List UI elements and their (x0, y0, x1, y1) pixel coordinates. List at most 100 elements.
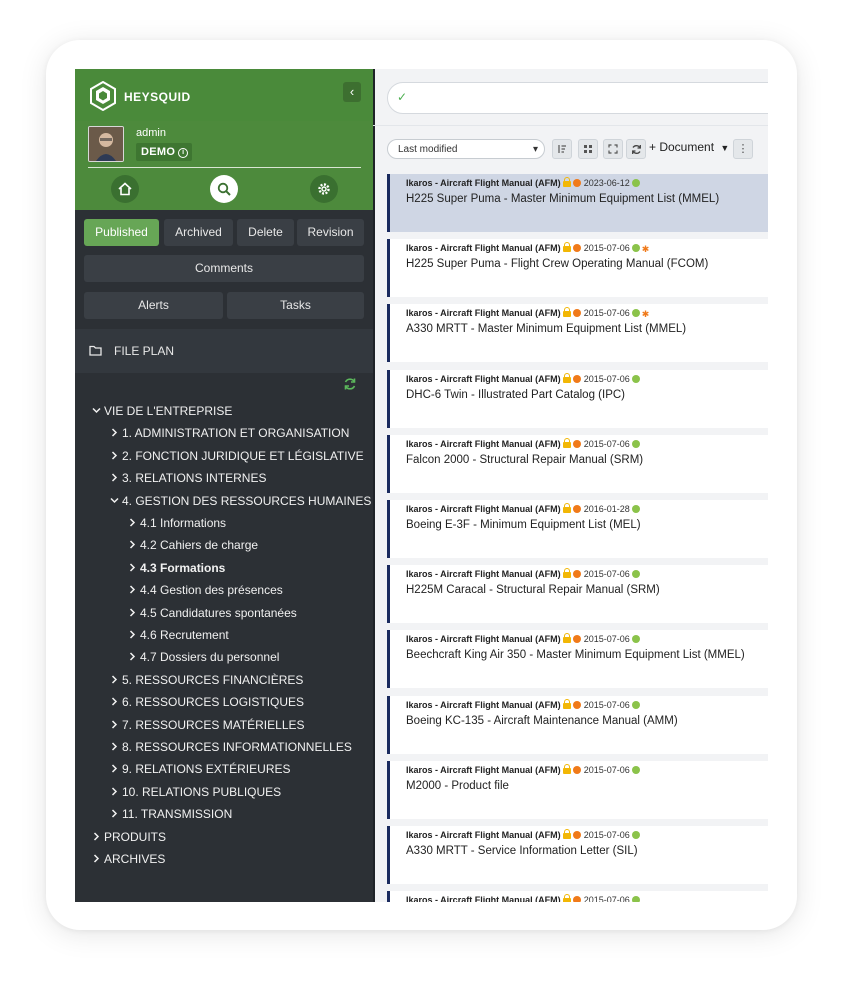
add-document-button[interactable]: + Document ▼ (649, 140, 729, 154)
tree-node[interactable]: 4.6 Recrutement (128, 628, 229, 642)
list-item[interactable]: Ikaros - Aircraft Flight Manual (AFM) 201… (387, 304, 768, 363)
tree-node[interactable]: 1. ADMINISTRATION ET ORGANISATION (110, 426, 349, 440)
sidebar: HEYSQUID ‹ admin DEMO i Published Archiv… (75, 69, 373, 902)
list-item[interactable]: Ikaros - Aircraft Flight Manual (AFM) 201… (387, 434, 768, 493)
tree-node[interactable]: 9. RELATIONS EXTÉRIEURES (110, 762, 291, 776)
tree-node-label: 7. RESSOURCES MATÉRIELLES (122, 717, 305, 732)
fullscreen-button[interactable] (603, 139, 623, 159)
tab-delete[interactable]: Delete (237, 219, 294, 246)
tree-node[interactable]: 4.1 Informations (128, 516, 226, 530)
chevron-right-icon[interactable] (110, 762, 122, 776)
document-date: 2015-07-06 (583, 373, 630, 384)
lock-icon (562, 568, 571, 579)
chevron-right-icon[interactable] (110, 807, 122, 821)
sort-direction-button[interactable] (552, 139, 572, 159)
chevron-right-icon[interactable] (128, 538, 140, 552)
tree-node[interactable]: 7. RESSOURCES MATÉRIELLES (110, 718, 305, 732)
tree-node-label: 9. RELATIONS EXTÉRIEURES (122, 762, 291, 777)
tree-node-label: 5. RESSOURCES FINANCIÈRES (122, 672, 304, 687)
list-item[interactable]: Ikaros - Aircraft Flight Manual (AFM) 201… (387, 239, 768, 298)
chevron-right-icon[interactable] (128, 516, 140, 530)
tree-node[interactable]: 6. RESSOURCES LOGISTIQUES (110, 695, 304, 709)
warning-icon (572, 831, 581, 839)
list-item[interactable]: Ikaros - Aircraft Flight Manual (AFM) 201… (387, 826, 768, 884)
chevron-right-icon[interactable] (92, 852, 104, 866)
refresh-tree-icon[interactable] (343, 377, 357, 391)
tab-alerts[interactable]: Alerts (84, 292, 223, 319)
tab-published[interactable]: Published (84, 219, 159, 246)
tab-tasks[interactable]: Tasks (227, 292, 364, 319)
demo-badge[interactable]: DEMO i (136, 143, 193, 161)
chevron-right-icon[interactable] (110, 471, 122, 485)
tab-revision[interactable]: Revision (297, 219, 364, 246)
tree-node[interactable]: VIE DE L'ENTREPRISE (92, 404, 232, 418)
tree-node[interactable]: 4.5 Candidatures spontanées (128, 606, 297, 620)
tree-node[interactable]: 2. FONCTION JURIDIQUE ET LÉGISLATIVE (110, 449, 364, 463)
chevron-down-icon[interactable] (110, 494, 122, 508)
sort-select[interactable]: Last modified ▾ (387, 139, 545, 159)
refresh-icon (631, 144, 641, 154)
list-item[interactable]: Ikaros - Aircraft Flight Manual (AFM) 201… (387, 760, 768, 819)
list-item[interactable]: Ikaros - Aircraft Flight Manual (AFM) 201… (387, 565, 768, 624)
list-item[interactable]: Ikaros - Aircraft Flight Manual (AFM) 201… (387, 500, 768, 558)
username: admin (136, 127, 166, 139)
chevron-right-icon[interactable] (110, 673, 122, 687)
tree-node[interactable]: 4. GESTION DES RESSOURCES HUMAINES (110, 494, 371, 508)
tab-comments[interactable]: Comments (84, 255, 364, 282)
check-circle-icon (631, 439, 640, 448)
tree-node[interactable]: 11. TRANSMISSION (110, 807, 232, 821)
tree-node[interactable]: 4.7 Dossiers du personnel (128, 650, 279, 664)
chevron-right-icon[interactable] (92, 830, 104, 844)
gear-icon (318, 183, 330, 195)
tree-node[interactable]: 5. RESSOURCES FINANCIÈRES (110, 673, 303, 687)
document-title: Falcon 2000 - Structural Repair Manual (… (406, 453, 644, 466)
chevron-right-icon[interactable] (128, 561, 140, 575)
chevron-right-icon[interactable] (110, 718, 122, 732)
list-item[interactable]: Ikaros - Aircraft Flight Manual (AFM) 201… (387, 891, 768, 902)
document-meta: Ikaros - Aircraft Flight Manual (AFM) 201… (406, 829, 640, 840)
chevron-right-icon[interactable] (128, 606, 140, 620)
lock-icon (562, 698, 571, 709)
avatar[interactable] (88, 126, 124, 162)
search-button[interactable] (210, 175, 238, 203)
tree-node[interactable]: PRODUITS (92, 830, 166, 844)
chevron-right-icon[interactable] (110, 695, 122, 709)
file-plan-label: FILE PLAN (114, 344, 175, 358)
chevron-right-icon[interactable] (110, 449, 122, 463)
list-item[interactable]: Ikaros - Aircraft Flight Manual (AFM) 201… (387, 369, 768, 428)
home-button[interactable] (111, 175, 139, 203)
document-category: Ikaros - Aircraft Flight Manual (AFM) (406, 243, 561, 254)
list-item[interactable]: Ikaros - Aircraft Flight Manual (AFM) 201… (387, 630, 768, 689)
document-meta: Ikaros - Aircraft Flight Manual (AFM) 201… (406, 568, 640, 579)
quick-icons (75, 172, 373, 210)
collapse-sidebar-button[interactable]: ‹ (343, 82, 361, 102)
refresh-button[interactable] (626, 139, 646, 159)
tree-node[interactable]: 3. RELATIONS INTERNES (110, 471, 266, 485)
more-options-button[interactable]: ⋮ (733, 139, 753, 159)
list-item[interactable]: Ikaros - Aircraft Flight Manual (AFM) 201… (387, 695, 768, 754)
chevron-right-icon[interactable] (128, 583, 140, 597)
tree-node[interactable]: 4.2 Cahiers de charge (128, 538, 258, 552)
search-input[interactable]: ✓ (387, 82, 768, 114)
info-icon[interactable]: i (178, 148, 189, 158)
tree-node[interactable]: 4.3 Formations (128, 561, 225, 575)
chevron-right-icon[interactable] (110, 740, 122, 754)
settings-button[interactable] (310, 175, 338, 203)
chevron-right-icon[interactable] (128, 650, 140, 664)
chevron-down-icon[interactable] (92, 404, 104, 418)
workflow-gear-icon: ✱ (641, 244, 650, 255)
file-plan-header[interactable]: FILE PLAN (75, 329, 373, 373)
tree-node[interactable]: 4.4 Gestion des présences (128, 583, 283, 597)
tree-node[interactable]: 8. RESSOURCES INFORMATIONNELLES (110, 740, 352, 754)
tree-node-label: 4.2 Cahiers de charge (140, 538, 259, 553)
tree-node[interactable]: 10. RELATIONS PUBLIQUES (110, 785, 281, 799)
lock-icon (562, 242, 571, 253)
chevron-right-icon[interactable] (110, 785, 122, 799)
list-item[interactable]: Ikaros - Aircraft Flight Manual (AFM) 202… (387, 174, 768, 232)
tree-node[interactable]: ARCHIVES (92, 852, 165, 866)
chevron-right-icon[interactable] (128, 628, 140, 642)
chevron-right-icon[interactable] (110, 426, 122, 440)
tree-node-label: 4.6 Recrutement (140, 628, 229, 642)
tab-archived[interactable]: Archived (164, 219, 233, 246)
grid-view-button[interactable] (578, 139, 598, 159)
